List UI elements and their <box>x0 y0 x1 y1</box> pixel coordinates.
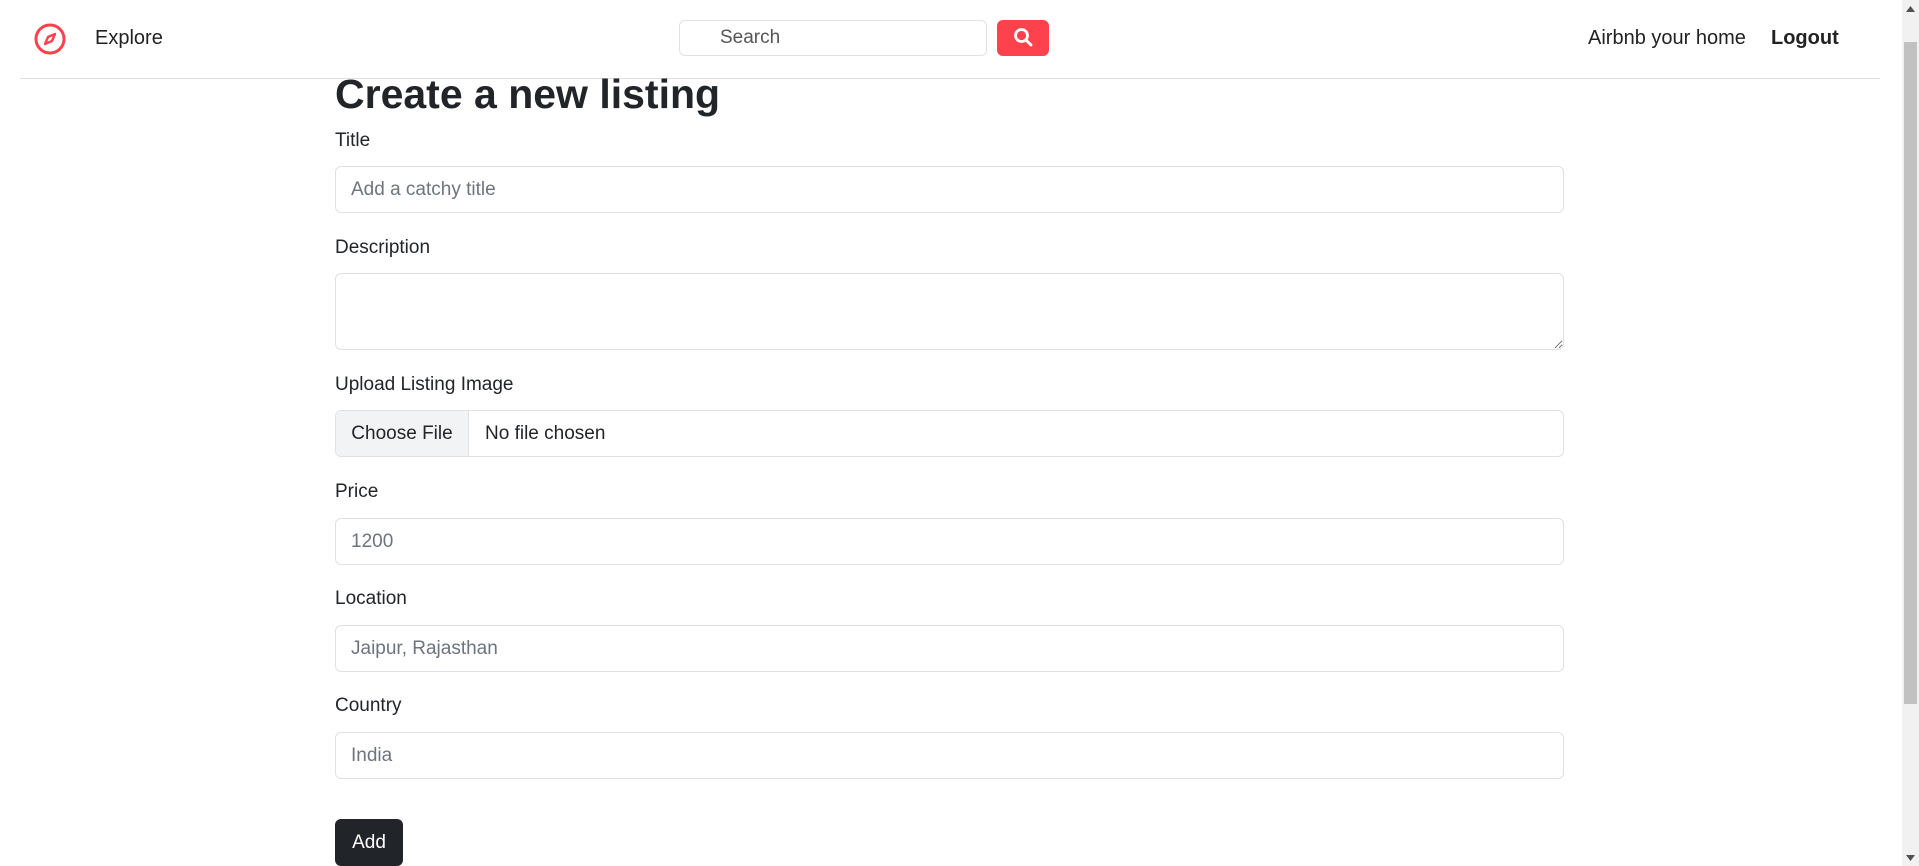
file-status-text: No file chosen <box>485 422 606 444</box>
scroll-down-arrow-icon[interactable] <box>1902 849 1919 866</box>
scrollbar-thumb[interactable] <box>1904 42 1917 704</box>
page-title: Create a new listing <box>335 71 721 117</box>
nav-logout-link[interactable]: Logout <box>1771 27 1839 50</box>
title-label: Title <box>335 130 371 151</box>
add-button[interactable]: Add <box>335 819 403 866</box>
scroll-up-arrow-icon[interactable] <box>1902 0 1919 17</box>
location-input[interactable] <box>335 625 1564 672</box>
search-input[interactable] <box>679 20 987 56</box>
country-label: Country <box>335 695 402 716</box>
nav-host-link[interactable]: Airbnb your home <box>1588 27 1746 50</box>
vertical-scrollbar[interactable] <box>1902 0 1919 866</box>
price-input[interactable] <box>335 518 1564 565</box>
image-upload-label: Upload Listing Image <box>335 374 514 395</box>
description-textarea[interactable] <box>335 273 1564 350</box>
price-label: Price <box>335 481 379 502</box>
search-button[interactable] <box>997 20 1049 56</box>
country-input[interactable] <box>335 732 1564 779</box>
description-label: Description <box>335 237 431 258</box>
location-label: Location <box>335 588 407 609</box>
title-input[interactable] <box>335 166 1564 213</box>
choose-file-button[interactable]: Choose File <box>336 411 469 456</box>
image-file-input[interactable]: Choose File No file chosen <box>335 410 1564 457</box>
compass-icon[interactable] <box>33 22 67 56</box>
nav-explore-link[interactable]: Explore <box>95 27 163 50</box>
search-icon <box>1013 27 1033 50</box>
